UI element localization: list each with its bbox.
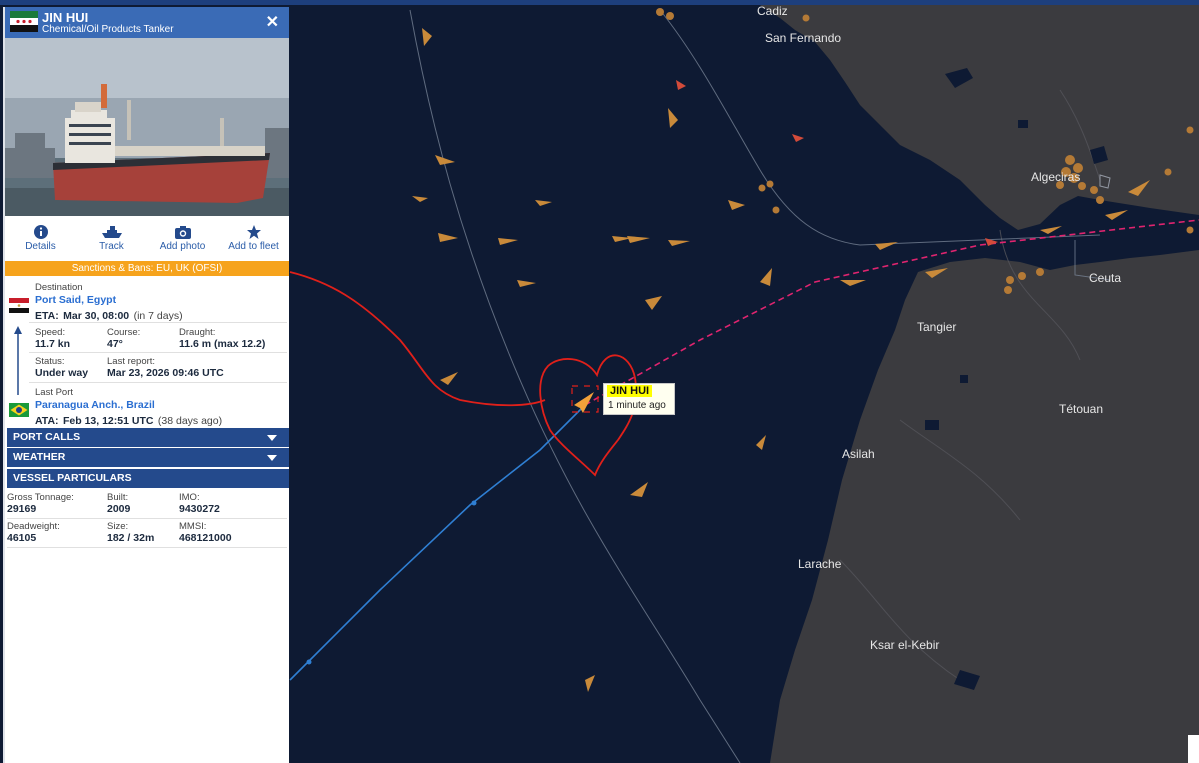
mmsi-value: 468121000 — [179, 532, 232, 544]
details-label: Details — [25, 241, 56, 252]
gross-tonnage-value: 29169 — [7, 503, 37, 515]
destination-port-link[interactable]: Port Said, Egypt — [35, 294, 116, 306]
last-port-label: Last Port — [35, 387, 74, 398]
built-value: 2009 — [107, 503, 131, 515]
divider — [29, 322, 287, 323]
place-label: Cadiz — [757, 4, 788, 18]
status-label: Status: — [35, 356, 65, 367]
add-to-fleet-label: Add to fleet — [228, 241, 279, 252]
track-button[interactable]: Track — [76, 220, 147, 260]
tooltip-last-seen: 1 minute ago — [608, 400, 666, 411]
size-value: 182 / 32m — [107, 532, 155, 544]
course-label: Course: — [107, 327, 141, 338]
last-report-label: Last report: — [107, 356, 156, 367]
details-button[interactable]: Details — [5, 220, 76, 260]
port-calls-section[interactable]: PORT CALLS — [7, 428, 289, 447]
last-report-value: Mar 23, 2026 09:46 UTC — [107, 367, 224, 379]
add-to-fleet-button[interactable]: Add to fleet — [218, 220, 289, 260]
last-port-link[interactable]: Paranagua Anch., Brazil — [35, 399, 155, 411]
camera-icon — [174, 226, 191, 239]
vessel-info-panel: JIN HUI Chemical/Oil Products Tanker ✕ D… — [3, 7, 289, 763]
divider — [7, 518, 287, 519]
ata-relative: (38 days ago) — [157, 415, 223, 427]
imo-label: IMO: — [179, 492, 200, 503]
port-calls-title: PORT CALLS — [13, 431, 81, 443]
chevron-down-icon — [267, 435, 277, 441]
draught-label: Draught: — [179, 327, 216, 338]
ata-label: ATA: — [35, 415, 59, 427]
info-icon — [33, 225, 48, 239]
place-label: Ceuta — [1089, 271, 1121, 285]
close-button[interactable]: ✕ — [266, 12, 279, 32]
place-label: San Fernando — [765, 31, 841, 45]
size-label: Size: — [107, 521, 129, 532]
divider — [7, 547, 287, 548]
divider — [29, 382, 287, 383]
gross-tonnage-label: Gross Tonnage: — [7, 492, 74, 503]
weather-title: WEATHER — [13, 451, 66, 463]
brazil-flag-icon — [9, 403, 29, 417]
flag-icon — [10, 11, 38, 32]
eta-label: ETA: — [35, 310, 59, 322]
vessel-type: Chemical/Oil Products Tanker — [42, 24, 174, 35]
status-value: Under way — [35, 367, 89, 379]
mmsi-label: MMSI: — [179, 521, 207, 532]
star-icon — [246, 225, 261, 239]
place-label: Tangier — [917, 320, 956, 334]
add-photo-button[interactable]: Add photo — [147, 220, 218, 260]
built-label: Built: — [107, 492, 129, 503]
place-label: Ksar el-Kebir — [870, 638, 939, 652]
tooltip-vessel-name: JIN HUI — [607, 385, 653, 397]
weather-section[interactable]: WEATHER — [7, 448, 289, 467]
vessel-particulars-title: VESSEL PARTICULARS — [13, 472, 132, 484]
ata-value: Feb 13, 12:51 UTC — [62, 415, 154, 427]
track-label: Track — [99, 241, 124, 252]
speed-value: 11.7 kn — [35, 338, 71, 350]
voyage-progress-arrow — [14, 326, 22, 395]
sanctions-banner[interactable]: Sanctions & Bans: EU, UK (OFSI) — [5, 261, 289, 276]
place-label: Tétouan — [1059, 402, 1103, 416]
destination-label: Destination — [35, 282, 83, 293]
course-value: 47° — [107, 338, 123, 350]
action-bar: Details Track Add photo Add to fleet — [5, 220, 289, 260]
ship-icon — [101, 226, 122, 238]
egypt-flag-icon — [9, 298, 29, 313]
eta-value: Mar 30, 08:00 — [63, 310, 130, 322]
panel-header: JIN HUI Chemical/Oil Products Tanker ✕ — [5, 7, 289, 38]
place-label: Algeciras — [1031, 170, 1080, 184]
place-label: Asilah — [842, 447, 875, 461]
vessel-tooltip[interactable]: JIN HUI 1 minute ago — [603, 383, 675, 415]
eta-relative: (in 7 days) — [133, 310, 183, 322]
vessel-name: JIN HUI — [42, 10, 89, 25]
place-label: Larache — [798, 557, 842, 571]
chevron-down-icon — [267, 455, 277, 461]
add-photo-label: Add photo — [159, 241, 206, 252]
deadweight-value: 46105 — [7, 532, 37, 544]
vessel-particulars-section[interactable]: VESSEL PARTICULARS — [7, 469, 289, 488]
imo-value: 9430272 — [179, 503, 220, 515]
draught-value: 11.6 m (max 12.2) — [179, 338, 266, 350]
speed-label: Speed: — [35, 327, 66, 338]
vessel-photo — [5, 38, 289, 216]
divider — [29, 352, 287, 353]
deadweight-label: Deadweight: — [7, 521, 60, 532]
